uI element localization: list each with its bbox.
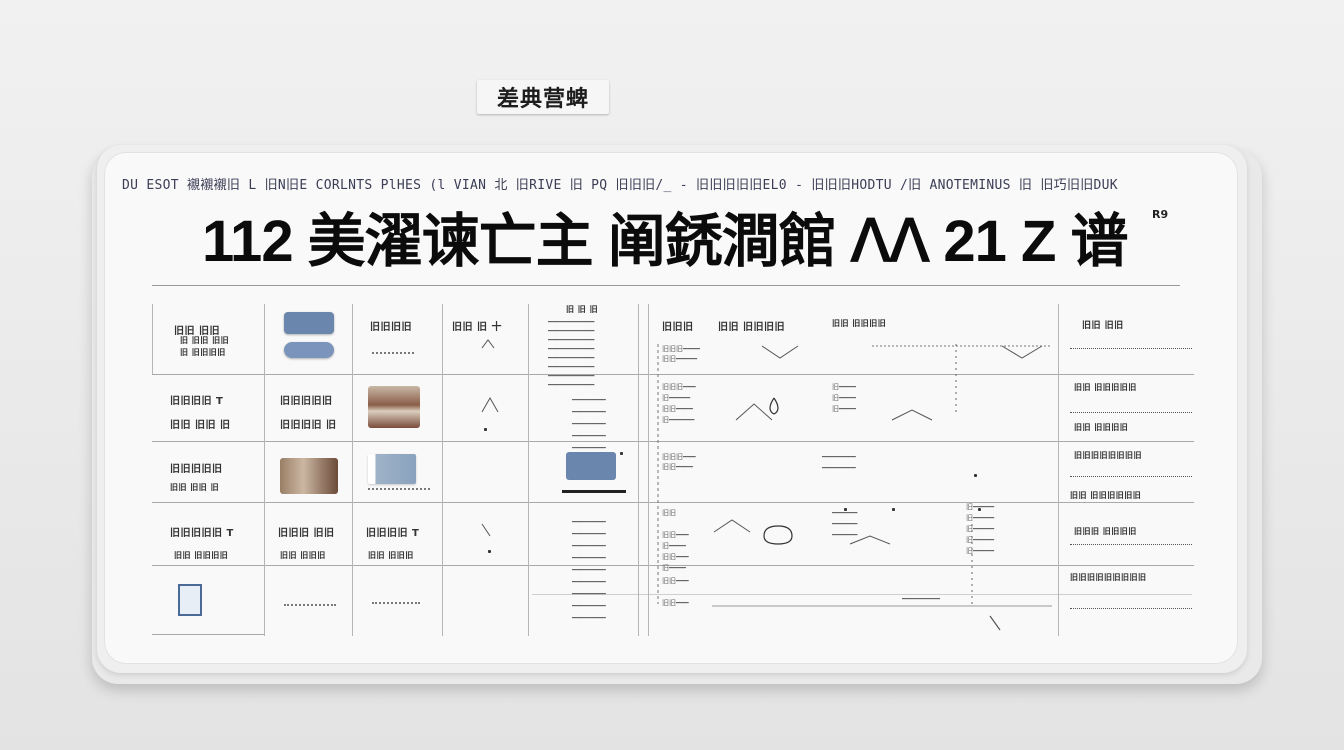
- data-table: 旧旧 旧旧 旧 旧旧 旧旧 旧 旧旧旧旧 旧旧旧旧 旧旧 旧 十 旧 旧 旧 旧…: [152, 304, 1194, 636]
- fine-print: 旧旧旧━━━ 旧旧━━━━: [662, 453, 696, 471]
- fine-print: 旧旧━━━ 旧旧━━━: [662, 577, 689, 607]
- top-label: 差典营蜱: [477, 80, 609, 114]
- fine-print: 旧旧旧━━━ 旧━━━━━ 旧旧━━━━ 旧━━━━━━: [662, 383, 696, 424]
- main-card: DU ESOT 襯襯襯旧 L 旧N旧E CORLNTS PlHES (l VIA…: [104, 152, 1238, 664]
- card-title: 112 美濯谏亡主 阐鋵澗館 ᐱᐱ 21 Z 谱: [202, 209, 1129, 274]
- fine-print: ━━━━━━━━ ━━━━━━━━: [822, 453, 856, 472]
- title-superscript: R9: [1152, 208, 1169, 221]
- fine-print: ━━━━━━━━━: [902, 595, 940, 603]
- fine-print: 旧旧旧━━━━ 旧旧━━━━━: [662, 345, 700, 363]
- fine-print: 旧━━━━━ 旧━━━━━ 旧━━━━━ 旧━━━━━ 旧━━━━━: [966, 503, 995, 555]
- title-divider: [152, 285, 1180, 286]
- card-subtitle: DU ESOT 襯襯襯旧 L 旧N旧E CORLNTS PlHES (l VIA…: [122, 178, 1118, 193]
- fine-print: 旧旧 旧旧━━━ 旧━━━━ 旧旧━━━ 旧━━━━: [662, 509, 689, 572]
- fine-print: 旧━━━━ 旧━━━━ 旧━━━━: [832, 383, 856, 413]
- fine-print: ━━━━━━ ━━━━━━ ━━━━━━: [832, 509, 858, 539]
